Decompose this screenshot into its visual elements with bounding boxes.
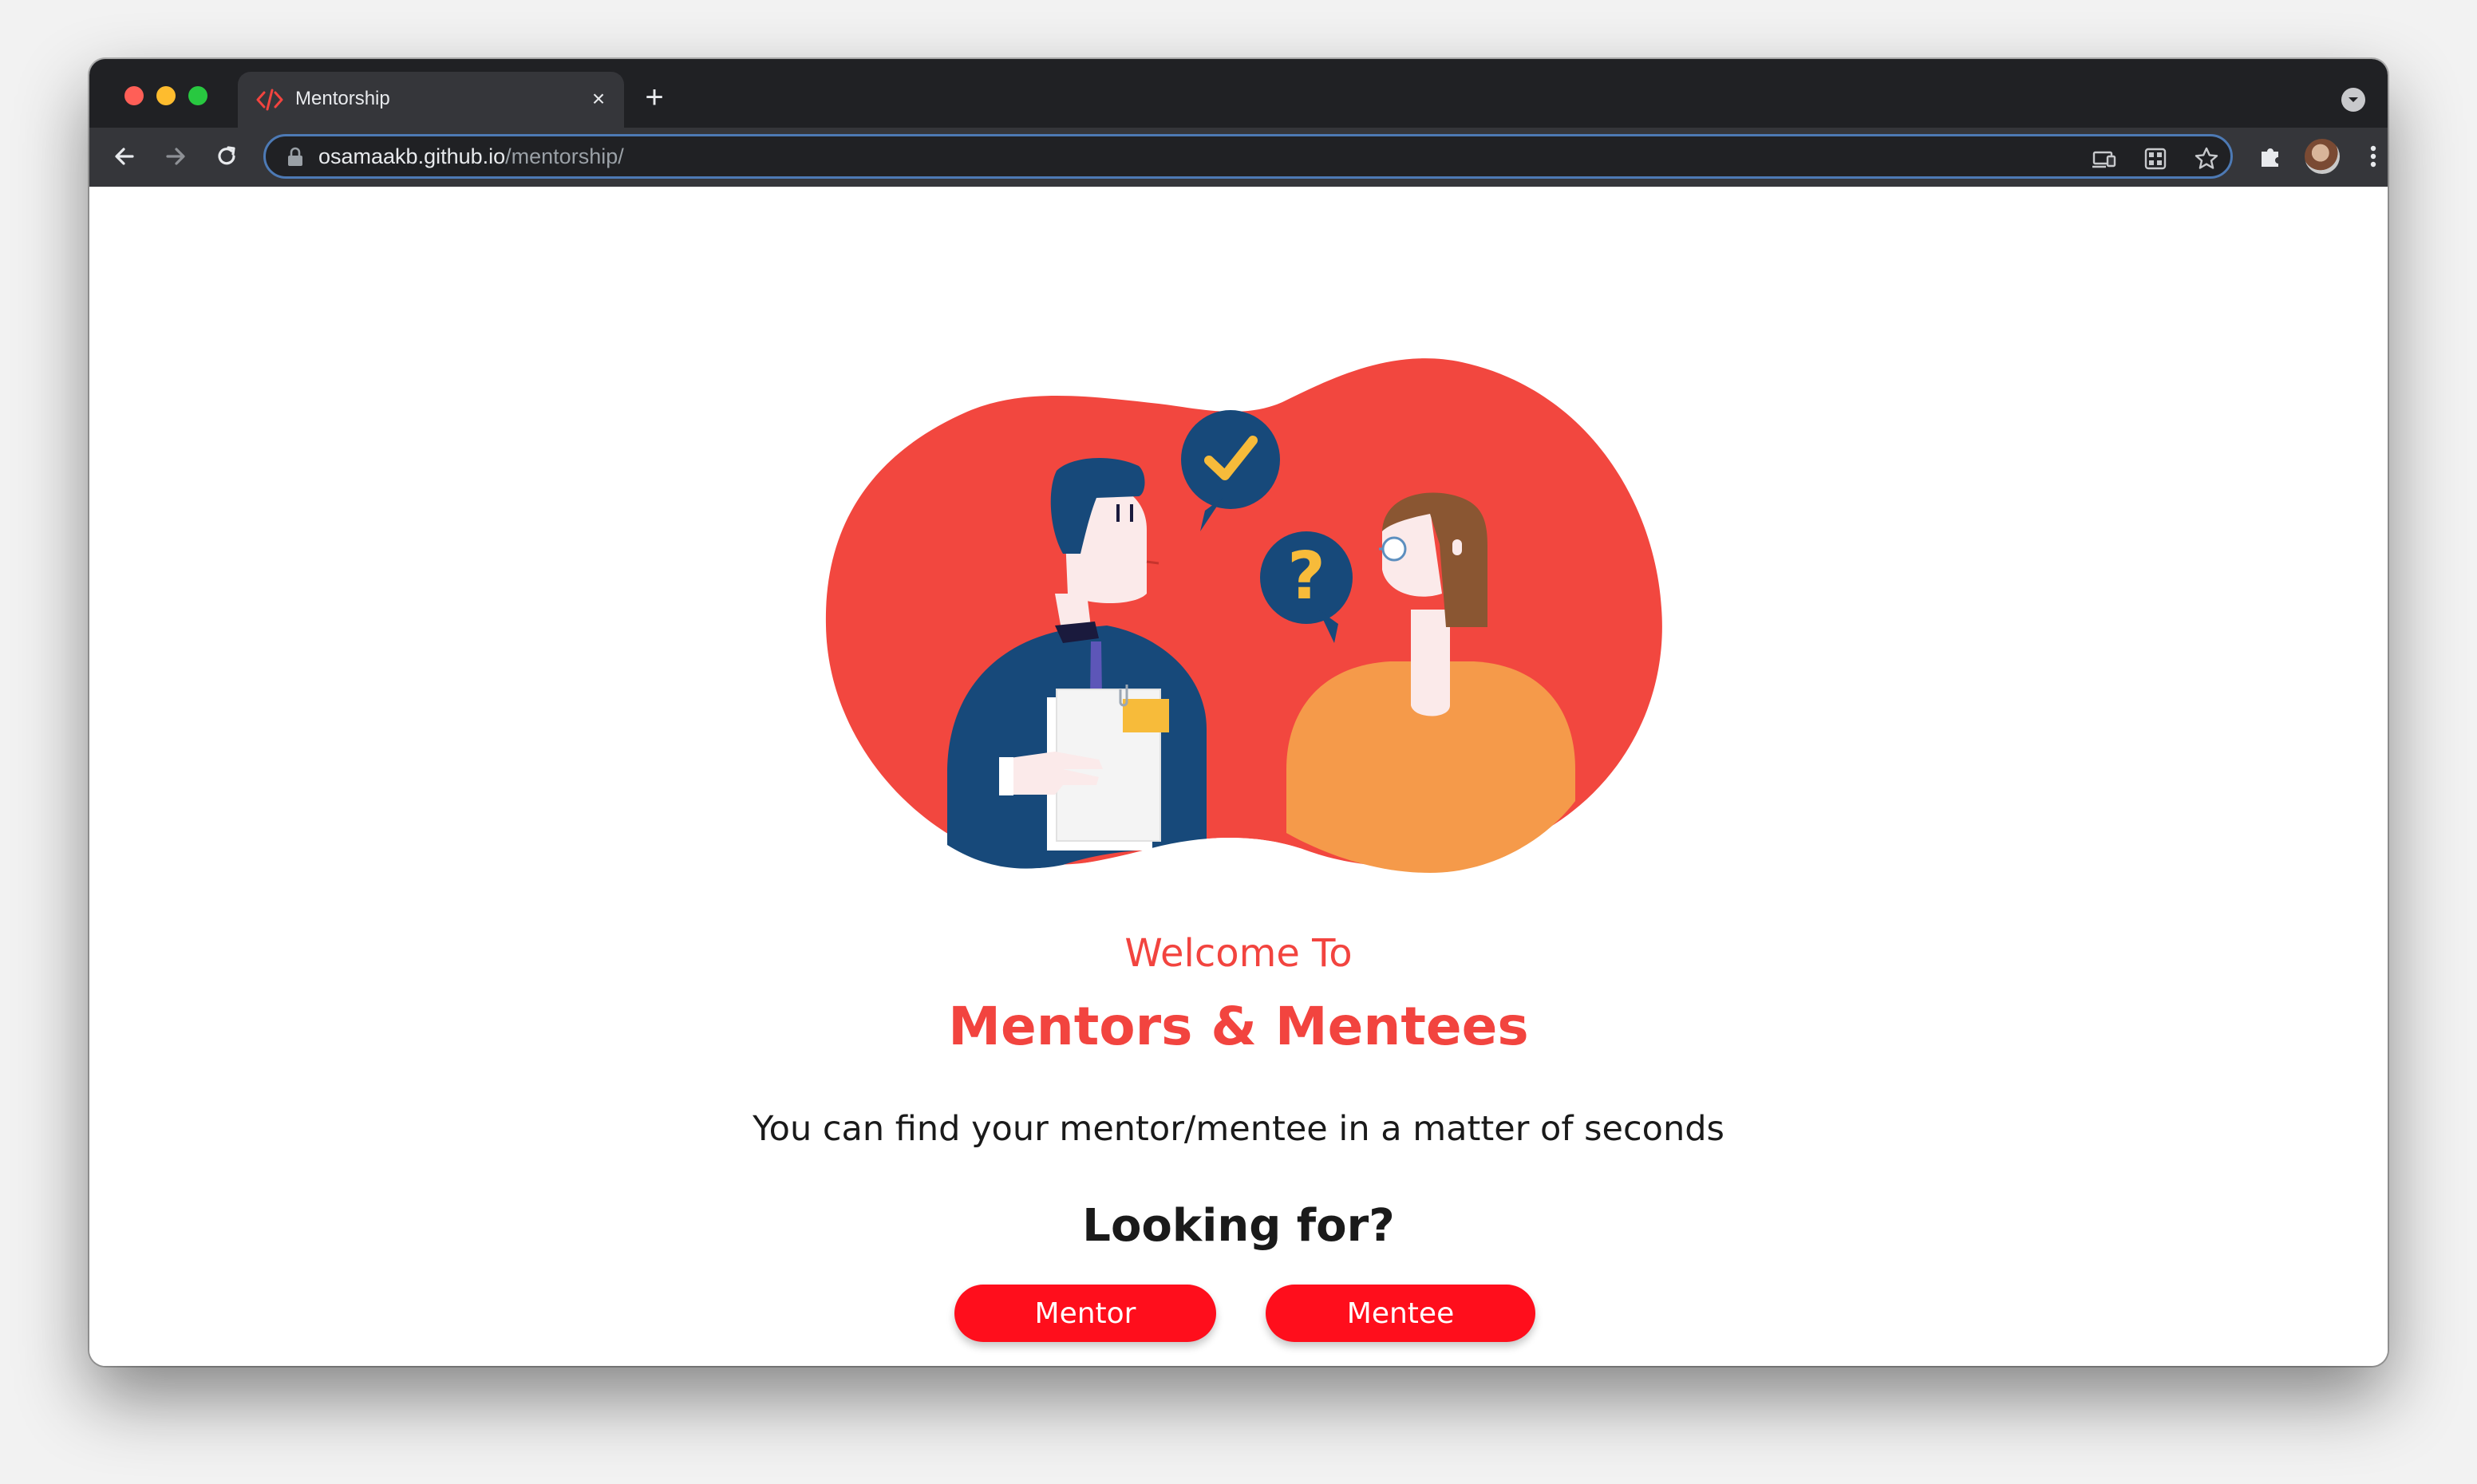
lock-icon (288, 147, 302, 166)
page-content: ? Welcome To Mentors & Mentees You can f… (89, 187, 2388, 1366)
close-window-button[interactable] (124, 86, 144, 105)
mentor-button[interactable]: Mentor (954, 1285, 1216, 1342)
brand-title: Mentors & Mentees (948, 996, 1529, 1057)
qr-code-icon[interactable] (2141, 144, 2170, 173)
tab-search-button[interactable] (2341, 88, 2365, 112)
more-menu-icon[interactable] (2356, 139, 2388, 174)
mentorship-illustration: ? (825, 358, 1662, 913)
cast-icon[interactable] (2090, 144, 2119, 173)
new-tab-button[interactable]: + (640, 81, 669, 113)
url-path: /mentorship/ (505, 144, 624, 168)
title-bar: Mentorship × + (89, 59, 2388, 128)
forward-icon[interactable] (158, 139, 193, 174)
extensions-icon[interactable] (2254, 139, 2289, 174)
reload-icon[interactable] (209, 139, 244, 174)
svg-text:?: ? (1287, 539, 1325, 614)
browser-tab[interactable]: Mentorship × (238, 72, 624, 128)
url-text[interactable]: osamaakb.github.io/mentorship/ (318, 144, 624, 169)
tagline: You can find your mentor/mentee in a mat… (753, 1109, 1724, 1149)
back-icon[interactable] (107, 139, 142, 174)
looking-for-heading: Looking for? (1082, 1200, 1395, 1252)
tab-title: Mentorship (295, 88, 390, 109)
maximize-window-button[interactable] (188, 86, 207, 105)
browser-window: Mentorship × + osamaakb.github.io/mentor… (89, 59, 2388, 1366)
check-bubble (1181, 410, 1280, 509)
close-tab-icon[interactable]: × (586, 86, 611, 112)
chevron-down-icon (2349, 97, 2358, 102)
welcome-text: Welcome To (1124, 931, 1353, 976)
browser-toolbar: osamaakb.github.io/mentorship/ (89, 128, 2388, 187)
minimize-window-button[interactable] (156, 86, 176, 105)
address-bar[interactable]: osamaakb.github.io/mentorship/ (263, 134, 2233, 179)
bookmark-star-icon[interactable] (2192, 144, 2221, 173)
mentee-button[interactable]: Mentee (1266, 1285, 1535, 1342)
url-host: osamaakb.github.io (318, 144, 506, 168)
profile-avatar[interactable] (2305, 139, 2340, 174)
code-icon (256, 89, 283, 111)
